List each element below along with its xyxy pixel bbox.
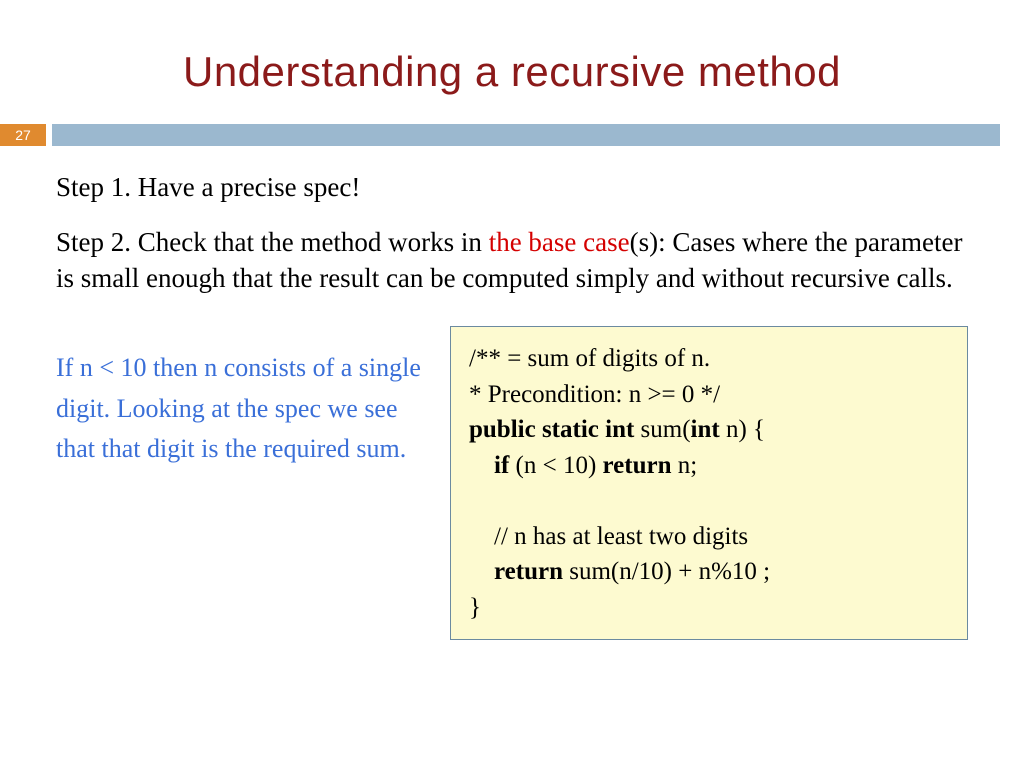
slide-number-badge: 27 <box>0 124 46 146</box>
code-box: /** = sum of digits of n. * Precondition… <box>450 326 968 640</box>
band-bar <box>52 124 1000 146</box>
code-blank-line <box>469 483 949 519</box>
slide-content: Step 1. Have a precise spec! Step 2. Che… <box>0 172 1024 640</box>
explanation-note: If n < 10 then n consists of a single di… <box>56 326 426 469</box>
kw-int: int <box>691 416 720 443</box>
kw-return-2: return <box>494 558 563 585</box>
code-comment-1: /** = sum of digits of n. <box>469 341 949 377</box>
comment-3-text: // n has at least two digits <box>494 523 748 550</box>
sig-end: n) { <box>720 416 765 443</box>
lower-row: If n < 10 then n consists of a single di… <box>56 326 968 640</box>
slide: Understanding a recursive method 27 Step… <box>0 0 1024 768</box>
code-comment-3: // n has at least two digits <box>469 519 949 555</box>
step-2-text: Step 2. Check that the method works in t… <box>56 225 968 296</box>
step-2-pre: Step 2. Check that the method works in <box>56 227 489 257</box>
sig-mid: sum( <box>634 416 690 443</box>
code-if-line: if (n < 10) return n; <box>469 448 949 484</box>
if-tail: n; <box>672 452 698 479</box>
code-close-brace: } <box>469 590 949 626</box>
header-band: 27 <box>0 124 1024 146</box>
kw-public-static-int: public static int <box>469 416 634 443</box>
code-return-line: return sum(n/10) + n%10 ; <box>469 554 949 590</box>
kw-if: if <box>494 452 509 479</box>
code-comment-2: * Precondition: n >= 0 */ <box>469 377 949 413</box>
base-case-highlight: the base case <box>489 227 630 257</box>
slide-title: Understanding a recursive method <box>0 0 1024 124</box>
step-1-text: Step 1. Have a precise spec! <box>56 172 968 203</box>
ret-expr: sum(n/10) + n%10 ; <box>563 558 770 585</box>
kw-return-1: return <box>603 452 672 479</box>
if-cond: (n < 10) <box>509 452 602 479</box>
code-signature: public static int sum(int n) { <box>469 412 949 448</box>
